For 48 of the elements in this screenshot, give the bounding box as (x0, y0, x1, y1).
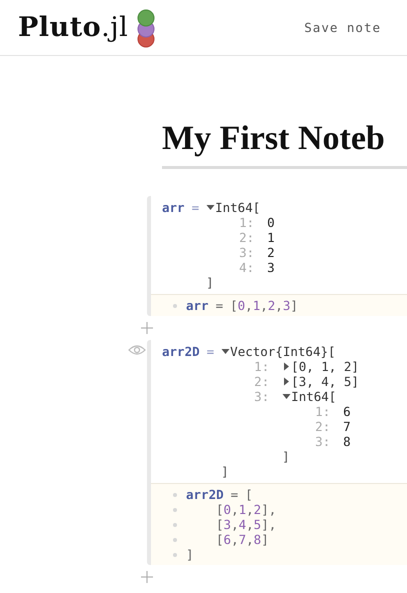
value-text: 8 (343, 434, 351, 449)
notebook-title: My First Noteb (162, 119, 385, 159)
code-line: arr = [0,1,2,3] (186, 298, 298, 313)
array-label[interactable]: Int64[ (215, 200, 260, 215)
array-label[interactable]: Vector{Int64}[ (230, 344, 336, 359)
index-label: 2: (239, 230, 256, 245)
close-bracket: ] (206, 275, 215, 290)
add-cell-icon[interactable] (141, 571, 153, 583)
code-line: ] (186, 547, 194, 562)
code-line: [0,1,2], (215, 502, 276, 517)
save-notebook-button[interactable]: Save note (304, 20, 381, 35)
index-label: 4: (239, 260, 256, 275)
index-label: 3: (315, 434, 332, 449)
line-dot-icon (173, 538, 177, 542)
equals-sign: = (206, 344, 214, 359)
line-dot-icon (173, 552, 177, 556)
index-label: 1: (315, 404, 332, 419)
value-text: 6 (343, 404, 351, 419)
line-dot-icon (173, 492, 177, 496)
close-bracket: ] (282, 449, 291, 464)
value-text: 3 (267, 260, 275, 275)
logo-text[interactable]: Pluto.jl (18, 12, 128, 43)
line-dot-icon (173, 304, 177, 308)
index-label: 1: (239, 215, 256, 230)
array-label[interactable]: [0, 1, 2] (291, 359, 359, 374)
line-dot-icon (173, 508, 177, 512)
index-label: 2: (315, 419, 332, 434)
equals-sign: = (192, 200, 200, 215)
variable-name: arr (162, 200, 185, 215)
code-line: arr2D = [ (186, 487, 253, 502)
value-text: 2 (267, 245, 275, 260)
value-text: 0 (267, 215, 275, 230)
code-line: [6,7,8] (215, 532, 269, 547)
code-editor[interactable]: arr = [0,1,2,3] (151, 294, 407, 316)
index-label: 2: (254, 374, 270, 389)
index-label: 3: (254, 389, 270, 406)
variable-name: arr2D (162, 344, 200, 359)
value-text: 7 (343, 419, 351, 434)
add-cell-icon[interactable] (141, 322, 153, 334)
value-text: 1 (267, 230, 275, 245)
array-label[interactable]: Int64[ (291, 389, 336, 404)
array-label[interactable]: [3, 4, 5] (291, 374, 359, 389)
close-bracket: ] (221, 464, 230, 479)
code-line: [3,4,5], (215, 517, 276, 532)
line-dot-icon (173, 522, 177, 526)
index-label: 1: (254, 359, 270, 374)
index-label: 3: (239, 245, 256, 260)
code-editor[interactable]: arr2D = [ [0,1,2], [3,4,5], [6,7,8] ] (151, 483, 407, 565)
